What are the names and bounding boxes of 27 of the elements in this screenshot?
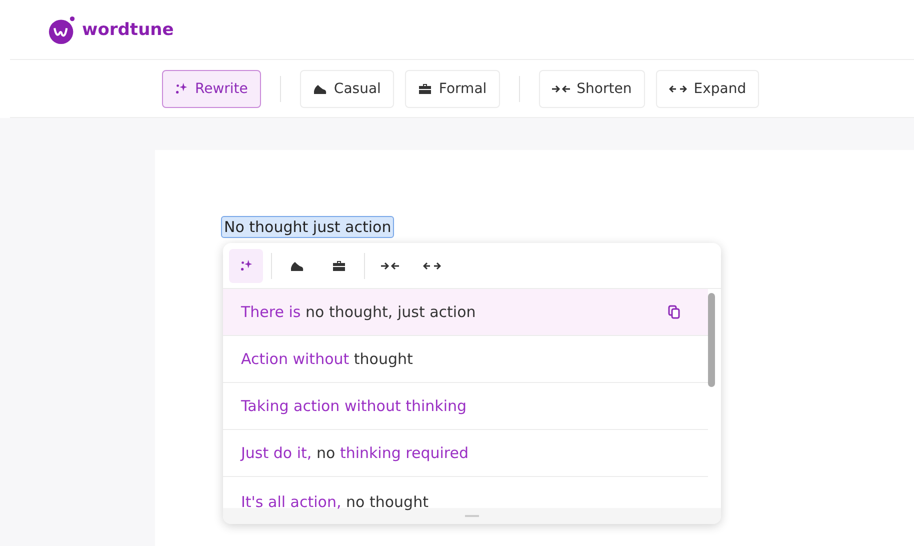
- arrows-outward-icon: [668, 84, 687, 94]
- app-name: wordtune: [82, 20, 174, 40]
- arrows-inward-icon: [381, 260, 399, 270]
- suggestion-item[interactable]: Just do it, no thinking required: [223, 430, 708, 477]
- sneaker-icon: [290, 260, 304, 272]
- suggestion-item[interactable]: Taking action without thinking: [223, 383, 708, 430]
- sparkle-icon: [175, 82, 188, 95]
- expand-button[interactable]: Expand: [656, 70, 760, 108]
- sneaker-icon: [312, 82, 327, 94]
- suggestion-item[interactable]: There is no thought, just action: [223, 289, 708, 336]
- scrollbar[interactable]: [708, 293, 715, 387]
- shorten-button[interactable]: Shorten: [538, 70, 645, 108]
- selected-text: No thought just action: [221, 216, 394, 238]
- suggestion-item[interactable]: It's all action, no thought: [223, 477, 708, 511]
- suggestion-item[interactable]: Action without thought: [223, 336, 708, 383]
- formal-button[interactable]: Formal: [404, 70, 500, 108]
- logo-icon: [48, 14, 76, 44]
- arrows-outward-icon: [423, 260, 441, 270]
- sparkle-icon: [240, 259, 252, 272]
- rewrite-tool-button[interactable]: [229, 248, 263, 282]
- briefcase-icon: [418, 82, 432, 94]
- copy-icon[interactable]: [668, 305, 680, 319]
- arrows-inward-icon: [552, 84, 570, 94]
- briefcase-icon: [332, 260, 346, 272]
- resize-handle[interactable]: [465, 515, 479, 517]
- rewrite-button[interactable]: Rewrite: [162, 70, 261, 108]
- casual-button[interactable]: Casual: [300, 70, 394, 108]
